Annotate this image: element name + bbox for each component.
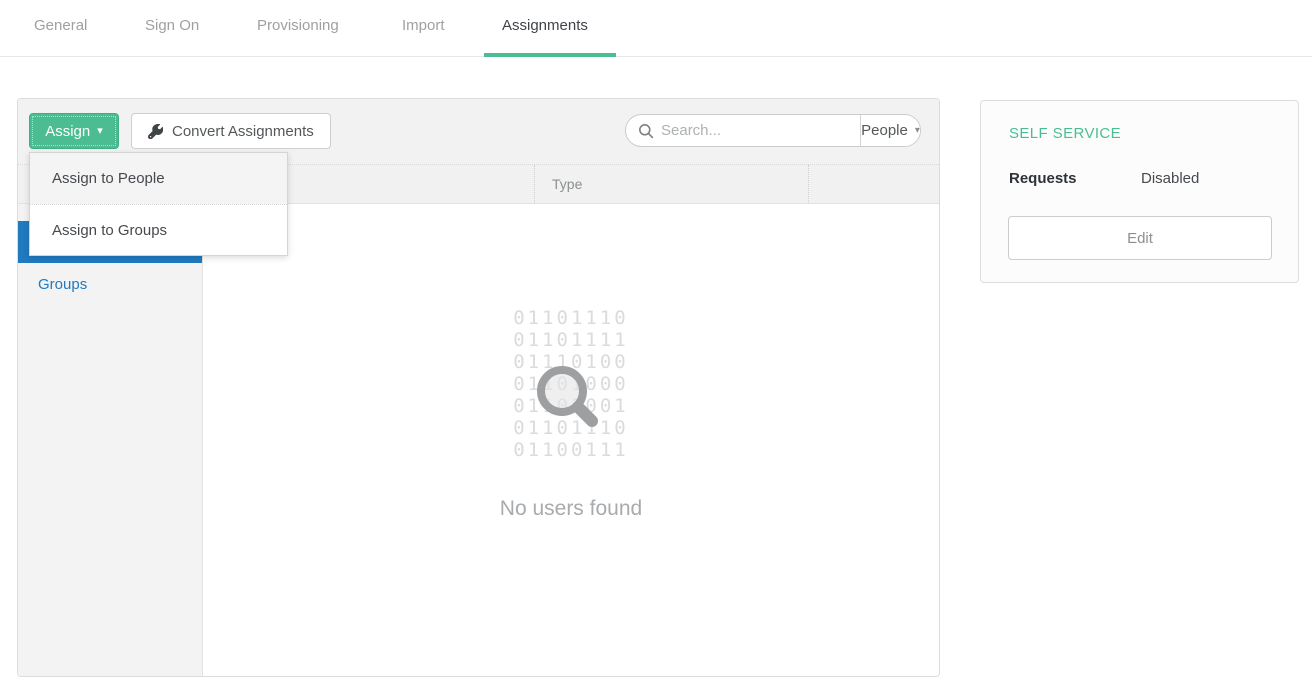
tab-general[interactable]: General — [34, 17, 87, 34]
assignments-empty-state: 01101110 01101111 01110100 01101000 0110… — [203, 204, 939, 676]
empty-state-message: No users found — [203, 497, 939, 521]
caret-down-icon: ▾ — [97, 126, 103, 137]
assign-button[interactable]: Assign ▾ — [29, 113, 119, 149]
app-tab-bar: General Sign On Provisioning Import Assi… — [0, 0, 1312, 57]
search-pill: People ▾ — [625, 114, 921, 147]
app-assignments-screen: General Sign On Provisioning Import Assi… — [0, 0, 1312, 686]
menu-item-assign-to-people[interactable]: Assign to People — [30, 153, 287, 204]
assignments-body: Groups 01101110 01101111 01110100 011010… — [18, 204, 939, 676]
tab-sign-on[interactable]: Sign On — [145, 17, 199, 34]
assign-button-label: Assign — [45, 123, 90, 140]
tab-import[interactable]: Import — [402, 17, 445, 34]
menu-item-assign-to-groups[interactable]: Assign to Groups — [30, 204, 287, 255]
self-service-panel: SELF SERVICE Requests Disabled Edit — [980, 100, 1299, 283]
column-header-type[interactable]: Type — [534, 165, 808, 203]
binary-line: 01100111 — [203, 439, 939, 461]
wrench-icon — [148, 124, 163, 139]
search-icon — [638, 123, 654, 139]
column-header-actions — [808, 165, 939, 203]
caret-down-icon: ▾ — [915, 125, 920, 136]
binary-line: 01101111 — [203, 329, 939, 351]
search-scope-label: People — [861, 122, 908, 139]
active-tab-underline — [484, 53, 616, 57]
self-service-title: SELF SERVICE — [1009, 125, 1121, 142]
tab-provisioning[interactable]: Provisioning — [257, 17, 339, 34]
search-field-wrap — [626, 115, 860, 146]
requests-label: Requests — [1009, 170, 1077, 187]
assign-dropdown-menu: Assign to People Assign to Groups — [29, 152, 288, 256]
convert-assignments-button[interactable]: Convert Assignments — [131, 113, 331, 149]
search-input[interactable] — [661, 122, 860, 139]
tab-assignments[interactable]: Assignments — [502, 17, 588, 34]
convert-assignments-label: Convert Assignments — [172, 123, 314, 140]
assignment-filter-sidebar: Groups — [18, 204, 203, 676]
binary-line: 01101110 — [203, 307, 939, 329]
search-scope-dropdown[interactable]: People ▾ — [860, 115, 920, 146]
edit-button[interactable]: Edit — [1008, 216, 1272, 260]
sidebar-item-groups[interactable]: Groups — [18, 263, 202, 305]
magnifier-icon — [531, 360, 601, 430]
requests-value: Disabled — [1141, 170, 1199, 187]
